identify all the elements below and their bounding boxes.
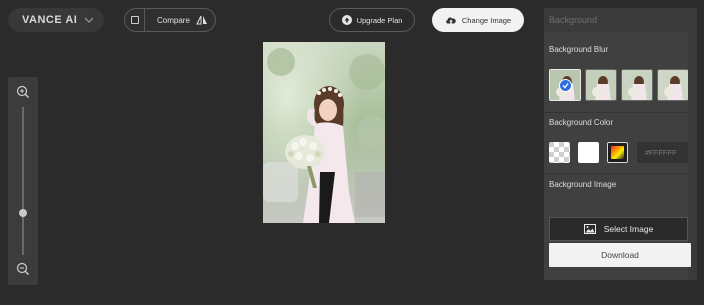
logo-text: VANCE AI xyxy=(22,14,78,26)
blur-option-1[interactable] xyxy=(549,69,581,101)
blur-option-4[interactable] xyxy=(657,69,689,101)
upgrade-plan-button[interactable]: Upgrade Plan xyxy=(329,8,415,32)
transparent-swatch[interactable] xyxy=(549,142,570,163)
download-button[interactable]: Download xyxy=(549,243,691,267)
panel-title: Background xyxy=(549,15,598,25)
zoom-slider-handle[interactable] xyxy=(19,209,27,217)
compare-icon xyxy=(196,15,207,25)
app-logo-menu[interactable]: VANCE AI xyxy=(8,8,104,32)
select-image-button[interactable]: Select Image xyxy=(549,217,688,241)
zoom-in-icon[interactable] xyxy=(16,85,30,99)
upgrade-plan-label: Upgrade Plan xyxy=(356,15,403,25)
color-picker-swatch[interactable] xyxy=(607,142,628,163)
background-color-title: Background Color xyxy=(549,118,614,127)
change-image-button[interactable]: Change Image xyxy=(432,8,524,32)
compare-checkbox[interactable] xyxy=(130,16,139,24)
compare-checkbox-wrap[interactable] xyxy=(125,9,145,31)
zoom-out-icon[interactable] xyxy=(16,262,30,276)
selected-check-icon xyxy=(559,79,572,92)
image-icon xyxy=(583,224,596,234)
blur-option-3[interactable] xyxy=(621,69,653,101)
zoom-track[interactable] xyxy=(22,107,24,255)
color-palette-icon xyxy=(611,146,624,159)
section-divider xyxy=(544,173,688,174)
cloud-upload-icon xyxy=(446,17,456,24)
compare-toggle[interactable]: Compare xyxy=(124,8,216,32)
white-swatch[interactable] xyxy=(578,142,599,163)
preview-photo xyxy=(263,42,385,223)
blur-option-2[interactable] xyxy=(585,69,617,101)
change-image-label: Change Image xyxy=(461,15,512,25)
section-divider xyxy=(544,112,688,113)
select-image-label: Select Image xyxy=(603,224,654,234)
zoom-control xyxy=(8,77,38,285)
hex-color-input[interactable]: #FFFFFF xyxy=(637,142,689,163)
background-panel: Background Background Blur Background Co… xyxy=(544,8,697,280)
background-image-title: Background Image xyxy=(549,180,617,189)
chevron-down-icon xyxy=(84,17,94,23)
upgrade-arrow-icon xyxy=(341,15,352,25)
background-blur-title: Background Blur xyxy=(549,45,609,54)
compare-label: Compare xyxy=(157,15,190,25)
